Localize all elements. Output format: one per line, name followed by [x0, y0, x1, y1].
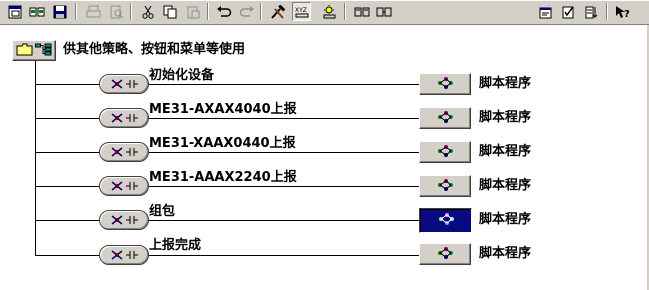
strategy-tree-canvas: 供其他策略、按钮和菜单等使用 初始化设备 脚本程序 ME31-AXAX4040上…	[0, 25, 649, 290]
tree-trunk-line	[35, 61, 36, 256]
paste-icon[interactable]	[184, 2, 203, 21]
script-button[interactable]	[419, 141, 471, 163]
contact-icon	[126, 246, 138, 265]
merge-view-icon[interactable]	[375, 2, 394, 21]
root-strategy-node[interactable]	[12, 40, 56, 61]
tree-item-label: 初始化设备	[149, 68, 215, 83]
print-preview-icon[interactable]	[107, 2, 126, 21]
branch-line	[35, 152, 100, 153]
branch-line	[35, 220, 100, 221]
tree-item-aaax2240-pill[interactable]	[99, 176, 149, 196]
relay-icon	[110, 177, 124, 196]
root-label: 供其他策略、按钮和菜单等使用	[63, 42, 246, 57]
tree-item-label: ME31-XAAX0440上报	[149, 136, 296, 151]
script-tree-icon	[436, 109, 454, 128]
relay-icon	[110, 246, 124, 265]
tree-item-axax4040-pill[interactable]	[99, 108, 149, 128]
tools-icon[interactable]	[268, 2, 287, 21]
branch-line	[149, 186, 419, 187]
script-label: 脚本程序	[479, 144, 532, 159]
branch-line	[149, 84, 419, 85]
script-tree-icon	[436, 75, 454, 94]
check-icon[interactable]	[559, 2, 578, 21]
print-icon[interactable]	[84, 2, 103, 21]
relay-icon	[110, 143, 124, 162]
svg-text:?: ?	[624, 9, 630, 19]
sort-icon[interactable]	[582, 2, 601, 21]
branch-line	[35, 84, 100, 85]
tree-item-label: ME31-AXAX4040上报	[149, 102, 297, 117]
script-tree-icon	[436, 245, 454, 264]
tree-item-label: 上报完成	[149, 238, 202, 253]
script-button[interactable]	[419, 175, 471, 197]
branch-line	[149, 255, 419, 256]
folder-icon	[16, 41, 33, 60]
contact-icon	[126, 211, 138, 230]
tree-structure-icon	[35, 41, 52, 60]
script-label: 脚本程序	[479, 178, 532, 193]
undo-icon[interactable]	[214, 2, 233, 21]
copy-icon[interactable]	[161, 2, 180, 21]
svg-text:XYZ: XYZ	[295, 7, 307, 14]
script-label: 脚本程序	[479, 110, 532, 125]
script-label: 脚本程序	[479, 246, 532, 261]
xyz-icon[interactable]: XYZ	[292, 2, 311, 21]
branch-line	[35, 186, 100, 187]
contact-icon	[126, 177, 138, 196]
contact-icon	[126, 143, 138, 162]
script-button[interactable]	[419, 243, 471, 265]
relay-icon	[110, 109, 124, 128]
window-icon[interactable]	[5, 2, 24, 21]
network-icon[interactable]	[27, 2, 46, 21]
save-icon[interactable]	[50, 2, 69, 21]
branch-line	[35, 118, 100, 119]
tree-item-report-done-pill[interactable]	[99, 245, 149, 265]
script-button[interactable]	[419, 107, 471, 129]
redo-icon[interactable]	[237, 2, 256, 21]
branch-line	[149, 152, 419, 153]
toolbar: XYZ ?	[0, 0, 649, 25]
script-tree-icon	[436, 143, 454, 162]
branch-line	[35, 255, 100, 256]
script-label: 脚本程序	[479, 212, 532, 227]
tree-item-label: 组包	[149, 204, 176, 219]
tree-item-packet-pill[interactable]	[99, 210, 149, 230]
relay-icon	[110, 75, 124, 94]
relay-icon	[110, 211, 124, 230]
branch-line	[149, 118, 419, 119]
cut-icon[interactable]	[138, 2, 157, 21]
help-icon[interactable]: ?	[613, 2, 632, 21]
split-view-icon[interactable]	[353, 2, 372, 21]
script-tree-icon	[437, 211, 455, 230]
tree-item-label: ME31-AAAX2240上报	[149, 170, 297, 185]
tree-item-initialize-pill[interactable]	[99, 74, 149, 94]
highlight-icon[interactable]	[319, 2, 338, 21]
script-tree-icon	[436, 177, 454, 196]
tree-item-xaax0440-pill[interactable]	[99, 142, 149, 162]
branch-line	[149, 220, 419, 221]
contact-icon	[126, 75, 138, 94]
script-button[interactable]	[419, 73, 471, 95]
contact-icon	[126, 109, 138, 128]
properties-icon[interactable]	[536, 2, 555, 21]
script-button-selected[interactable]	[419, 208, 472, 233]
script-label: 脚本程序	[479, 76, 532, 91]
